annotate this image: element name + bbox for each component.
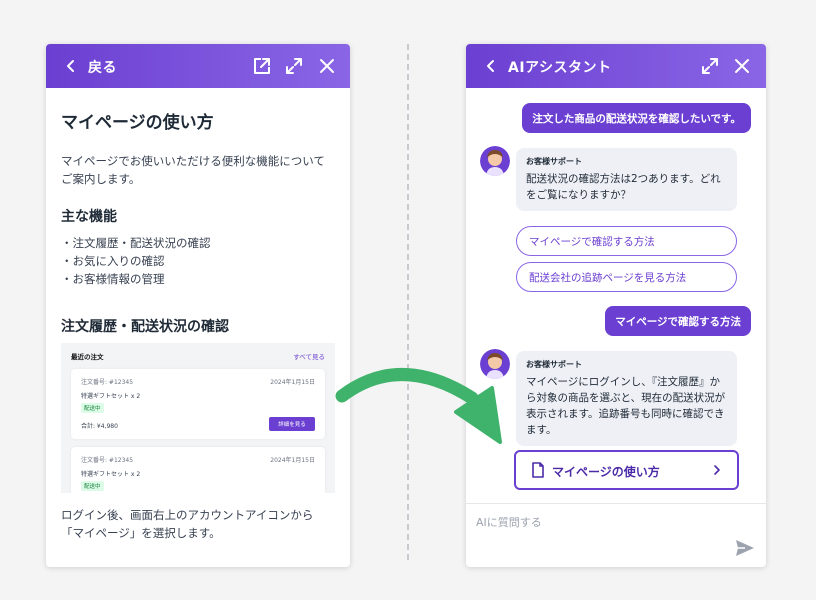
preview-heading: 最近の注文	[71, 353, 104, 361]
expand-icon[interactable]	[700, 56, 720, 76]
bot-text: 配送状況の確認方法は2つあります。どれをご覧になりますか？	[526, 173, 721, 201]
bot-name: お客様サポート	[526, 157, 582, 166]
document-icon	[530, 462, 546, 478]
chat-title: AIアシスタント	[508, 60, 612, 76]
order-card: 注文番号: #12345 2024年1月15日 特選ギフトセット x 2 配送中	[71, 447, 325, 493]
doc-link-card[interactable]: マイページの使い方	[514, 450, 739, 490]
option-mypage-button[interactable]: マイページで確認する方法	[516, 226, 737, 256]
document-panel: 戻る マイページの使い方 マイページでお使いいただける便利な機能についてご案内し…	[46, 44, 350, 567]
option-tracking-page-button[interactable]: 配送会社の追跡ページを見る方法	[516, 262, 737, 292]
flow-arrow-icon	[335, 368, 502, 444]
status-badge: 配送中	[81, 481, 104, 491]
order-date: 2024年1月15日	[270, 457, 315, 464]
close-icon[interactable]	[732, 56, 752, 76]
status-badge: 配送中	[81, 403, 104, 413]
back-button[interactable]: 戻る	[88, 57, 117, 77]
chevron-left-icon[interactable]	[62, 57, 80, 75]
divider	[407, 44, 409, 560]
user-message: 注文した商品の配送状況を確認したいです。	[522, 103, 751, 133]
order-history-preview-image: 最近の注文 すべて見る 注文番号: #12345 2024年1月15日 特選ギフ…	[61, 343, 335, 493]
document-panel-header: 戻る	[46, 44, 350, 88]
chat-panel-header: AIアシスタント	[466, 44, 766, 88]
detail-button: 詳細を見る	[269, 417, 315, 431]
expand-icon[interactable]	[284, 56, 304, 76]
section-heading: 注文履歴・配送状況の確認	[61, 319, 229, 335]
bot-name: お客様サポート	[526, 360, 582, 369]
avatar	[480, 146, 510, 176]
doc-link-label: マイページの使い方	[552, 465, 660, 479]
preview-see-all: すべて見る	[293, 353, 325, 361]
order-item: 特選ギフトセット x 2	[81, 471, 141, 478]
composer-divider	[466, 503, 766, 504]
user-message: マイページで確認する方法	[605, 306, 751, 336]
chat-panel: AIアシスタント 注文した商品の配送状況を確認したいです。 お客様サポート 配送…	[466, 44, 766, 567]
doc-title: マイページの使い方	[61, 113, 214, 133]
bot-message: お客様サポート 配送状況の確認方法は2つあります。どれをご覧になりますか？	[516, 148, 737, 211]
order-number: 注文番号: #12345	[81, 379, 134, 386]
external-link-icon[interactable]	[252, 56, 272, 76]
order-total: 合計: ¥4,980	[81, 423, 118, 430]
bot-message: お客様サポート マイページにログインし、『注文履歴』から対象の商品を選ぶと、現在…	[516, 351, 737, 446]
send-icon[interactable]	[734, 537, 756, 559]
list-item: 注文履歴・配送状況の確認	[61, 234, 211, 252]
close-icon[interactable]	[317, 56, 337, 76]
features-heading: 主な機能	[61, 209, 117, 225]
doc-intro: マイページでお使いいただける便利な機能についてご案内します。	[61, 154, 325, 186]
list-item: お気に入りの確認	[61, 252, 211, 270]
order-card: 注文番号: #12345 2024年1月15日 特選ギフトセット x 2 配送中…	[71, 369, 325, 439]
bot-text: マイページにログインし、『注文履歴』から対象の商品を選ぶと、現在の配送状況が表示…	[526, 376, 726, 436]
order-number: 注文番号: #12345	[81, 457, 134, 464]
feature-list: 注文履歴・配送状況の確認 お気に入りの確認 お客様情報の管理	[61, 234, 211, 288]
order-item: 特選ギフトセット x 2	[81, 393, 141, 400]
stage: 戻る マイページの使い方 マイページでお使いいただける便利な機能についてご案内し…	[0, 0, 816, 600]
chevron-right-icon	[711, 464, 723, 476]
chevron-left-icon[interactable]	[482, 57, 500, 75]
list-item: お客様情報の管理	[61, 270, 211, 288]
doc-footer-text: ログイン後、画面右上のアカウントアイコンから「マイページ」を選択します。	[61, 508, 314, 540]
chat-input[interactable]	[476, 512, 676, 532]
order-date: 2024年1月15日	[270, 379, 315, 386]
